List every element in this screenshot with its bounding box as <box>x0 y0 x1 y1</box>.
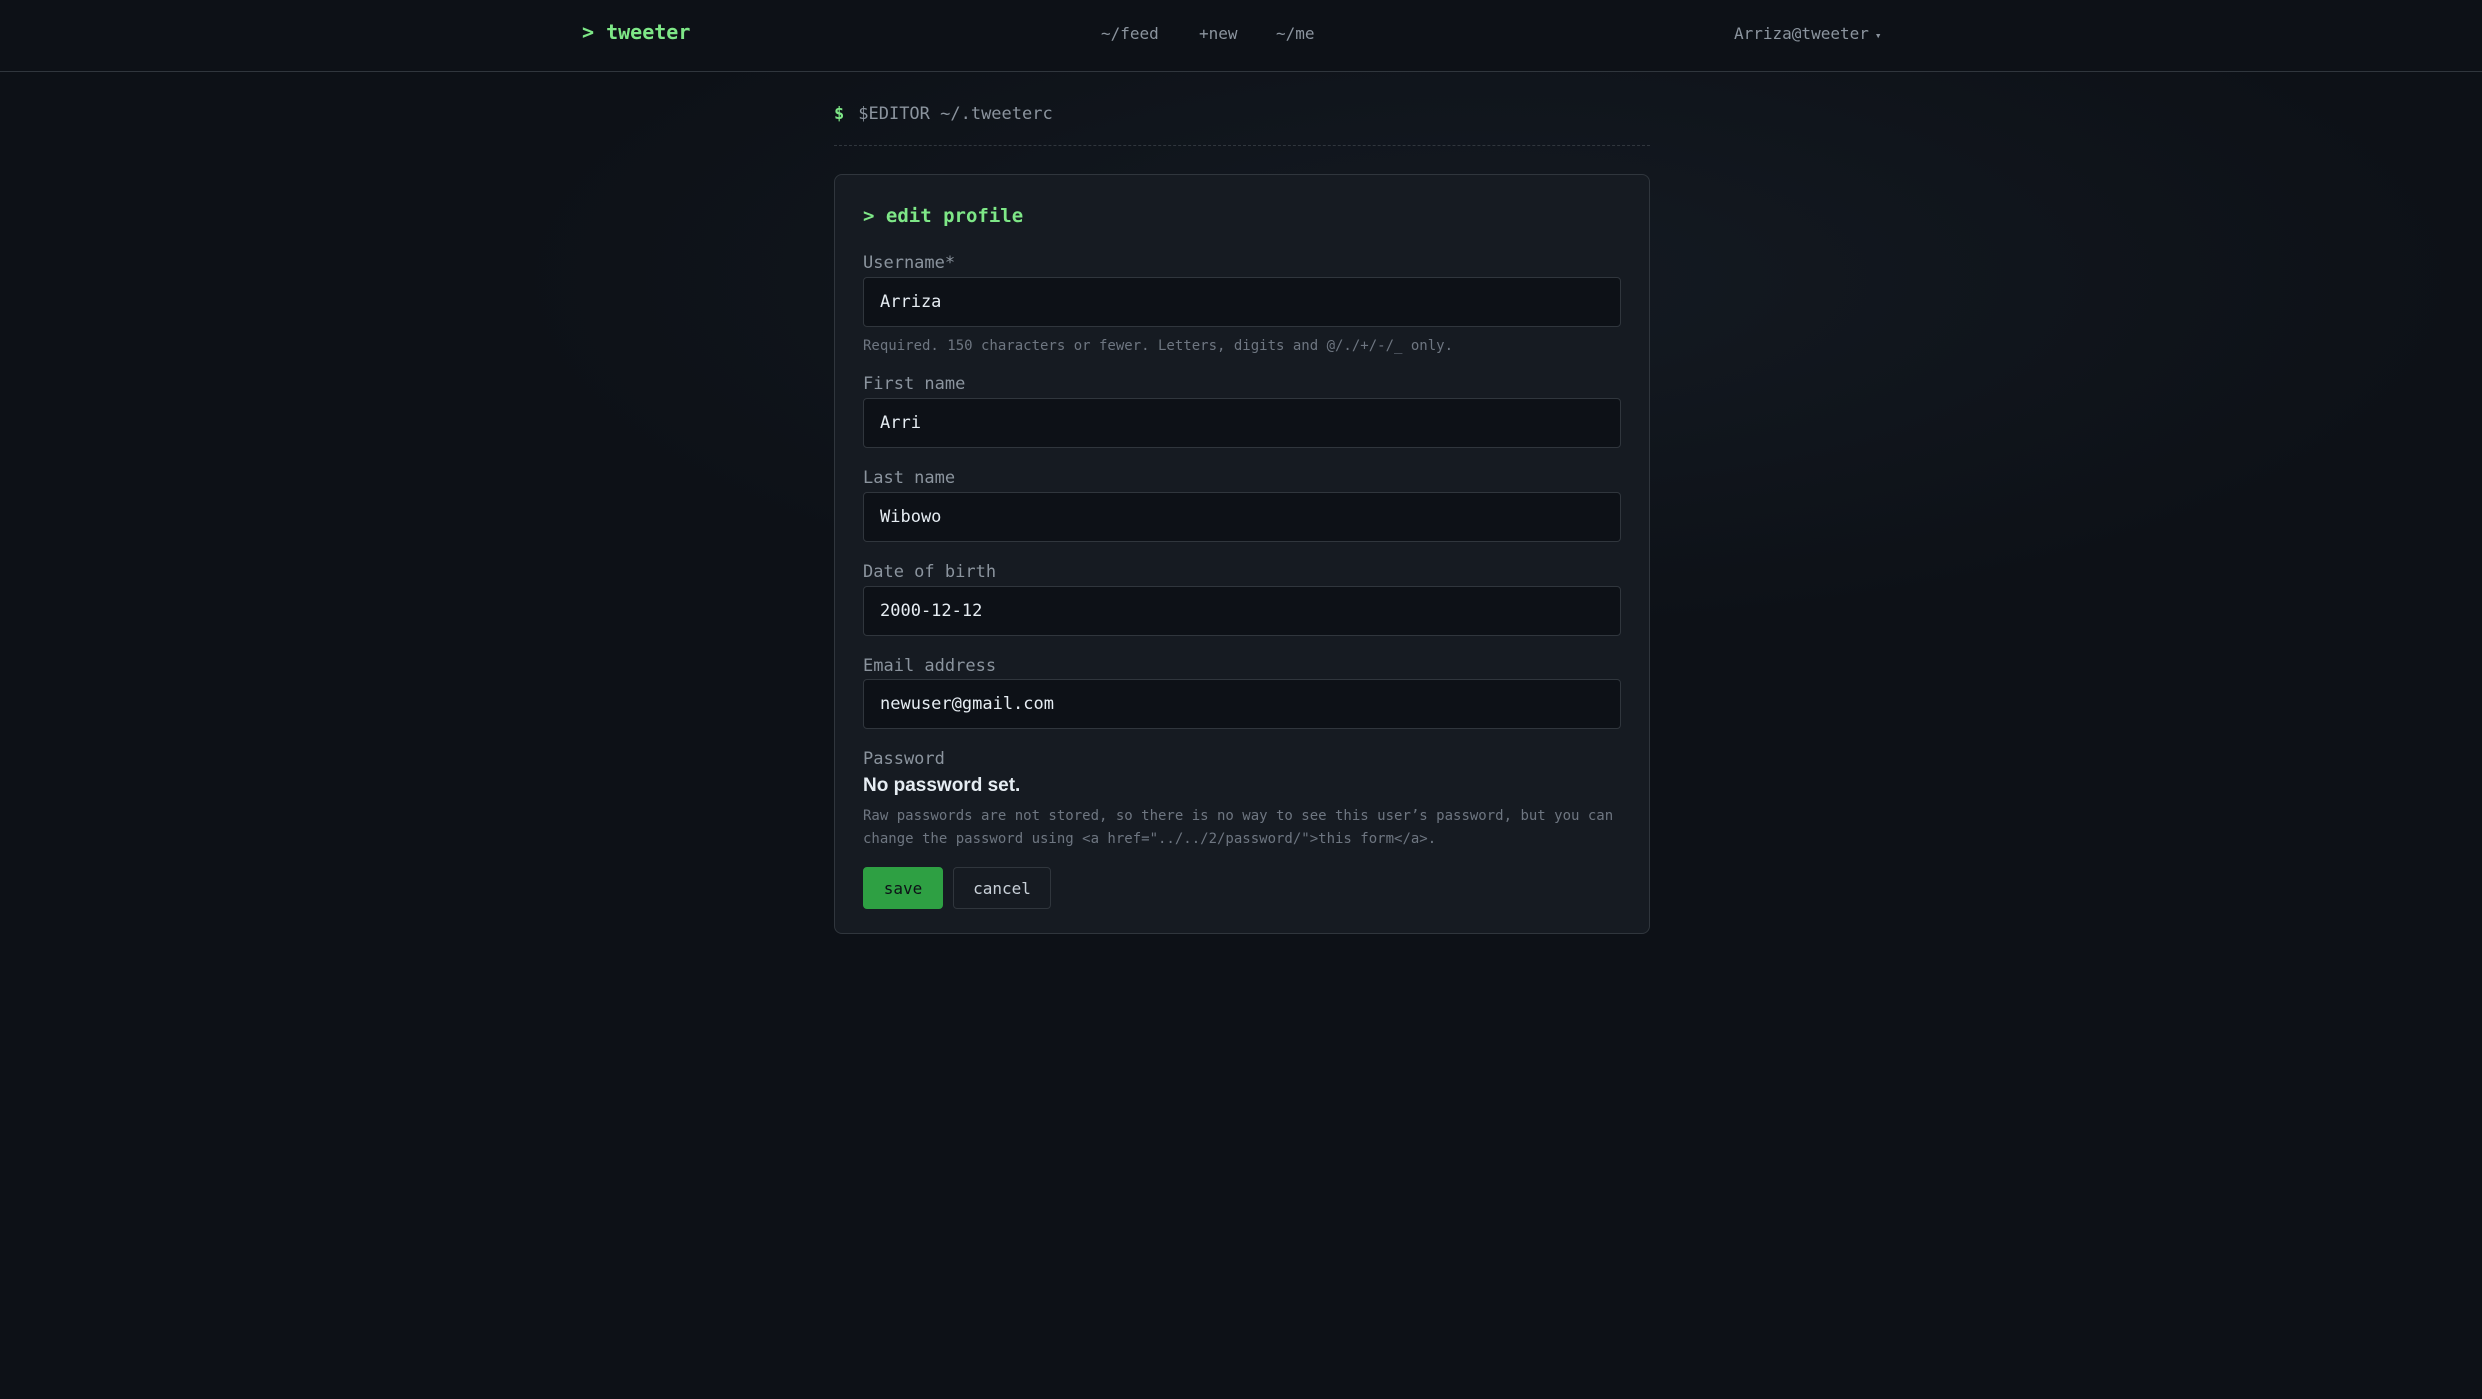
top-navbar: > tweeter ~/feed +new ~/me Arriza@tweete… <box>0 0 2482 72</box>
username-input[interactable] <box>863 277 1621 327</box>
prompt-symbol: $ <box>834 104 845 124</box>
password-status: No password set. <box>863 775 1021 796</box>
email-input[interactable] <box>863 679 1621 729</box>
date-of-birth-label: Date of birth <box>863 562 997 582</box>
password-help: Raw passwords are not stored, so there i… <box>863 808 1614 847</box>
prompt-command: $EDITOR ~/.tweeterc <box>858 104 1053 124</box>
nav-feed-link[interactable]: ~/feed <box>1101 24 1159 43</box>
user-menu[interactable]: Arriza@tweeter ▾ <box>1734 24 1881 43</box>
editor-prompt: $ $EDITOR ~/.tweeterc <box>834 104 1650 146</box>
cancel-button[interactable]: cancel <box>953 867 1051 909</box>
nav-new-link[interactable]: +new <box>1199 24 1238 43</box>
last-name-input[interactable] <box>863 492 1621 542</box>
username-help: Required. 150 characters or fewer. Lette… <box>863 338 1454 354</box>
last-name-label: Last name <box>863 468 956 488</box>
user-menu-label: Arriza@tweeter <box>1734 24 1869 43</box>
date-of-birth-input[interactable] <box>863 586 1621 636</box>
first-name-input[interactable] <box>863 398 1621 448</box>
brand-logo[interactable]: > tweeter <box>582 20 690 44</box>
nav-me-link[interactable]: ~/me <box>1276 24 1315 43</box>
edit-profile-card: > edit profile Username* Required. 150 c… <box>834 174 1650 934</box>
form-title: > edit profile <box>863 205 1024 227</box>
chevron-down-icon: ▾ <box>1874 29 1882 42</box>
email-label: Email address <box>863 656 997 676</box>
save-button[interactable]: save <box>863 867 943 909</box>
password-label: Password <box>863 749 945 769</box>
username-label: Username* <box>863 253 956 273</box>
first-name-label: First name <box>863 374 966 394</box>
